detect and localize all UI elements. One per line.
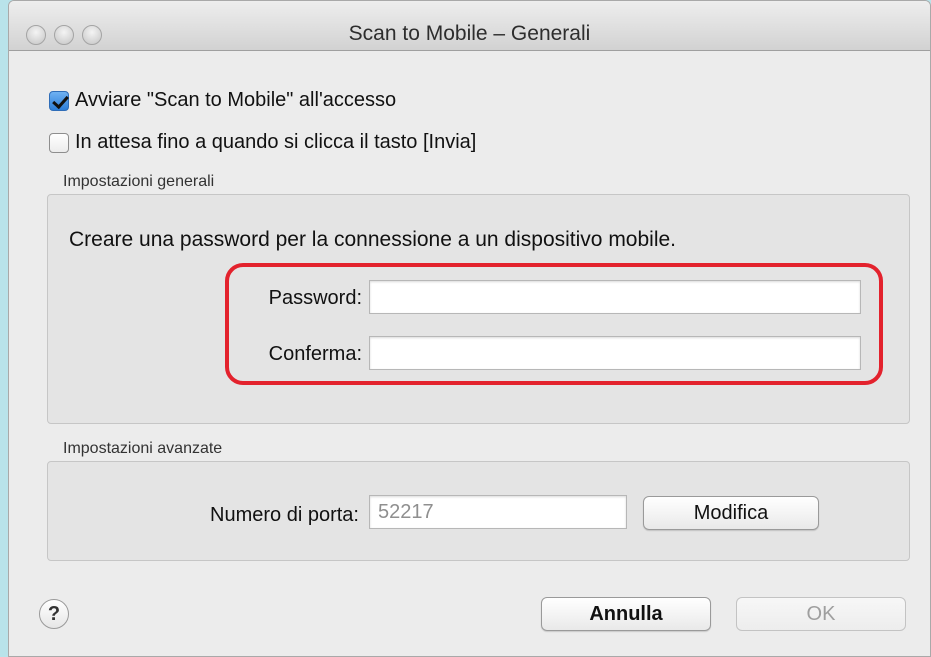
autostart-option[interactable]: Avviare "Scan to Mobile" all'accesso — [49, 89, 396, 112]
window-title: Scan to Mobile – Generali — [348, 22, 591, 45]
help-icon[interactable]: ? — [39, 599, 69, 629]
port-label: Numero di porta: — [210, 504, 359, 526]
advanced-settings-label: Impostazioni avanzate — [63, 440, 223, 457]
title-bar: Scan to Mobile – Generali — [9, 1, 930, 51]
wait-send-label: In attesa fino a quando si clicca il tas… — [75, 131, 477, 153]
wait-send-checkbox[interactable] — [49, 132, 69, 153]
port-field[interactable]: 52217 — [369, 495, 627, 529]
wait-send-option[interactable]: In attesa fino a quando si clicca il tas… — [49, 131, 476, 154]
cancel-button[interactable]: Annulla — [541, 597, 711, 631]
ok-button: OK — [736, 597, 906, 631]
autostart-label: Avviare "Scan to Mobile" all'accesso — [75, 89, 397, 111]
password-description: Creare una password per la connessione a… — [69, 228, 677, 251]
preferences-window: Scan to Mobile – Generali Avviare "Scan … — [8, 0, 931, 657]
modify-port-button[interactable]: Modifica — [643, 496, 819, 530]
autostart-checkbox[interactable] — [49, 90, 69, 111]
general-settings-label: Impostazioni generali — [63, 173, 215, 190]
password-fields-highlight — [225, 263, 883, 385]
